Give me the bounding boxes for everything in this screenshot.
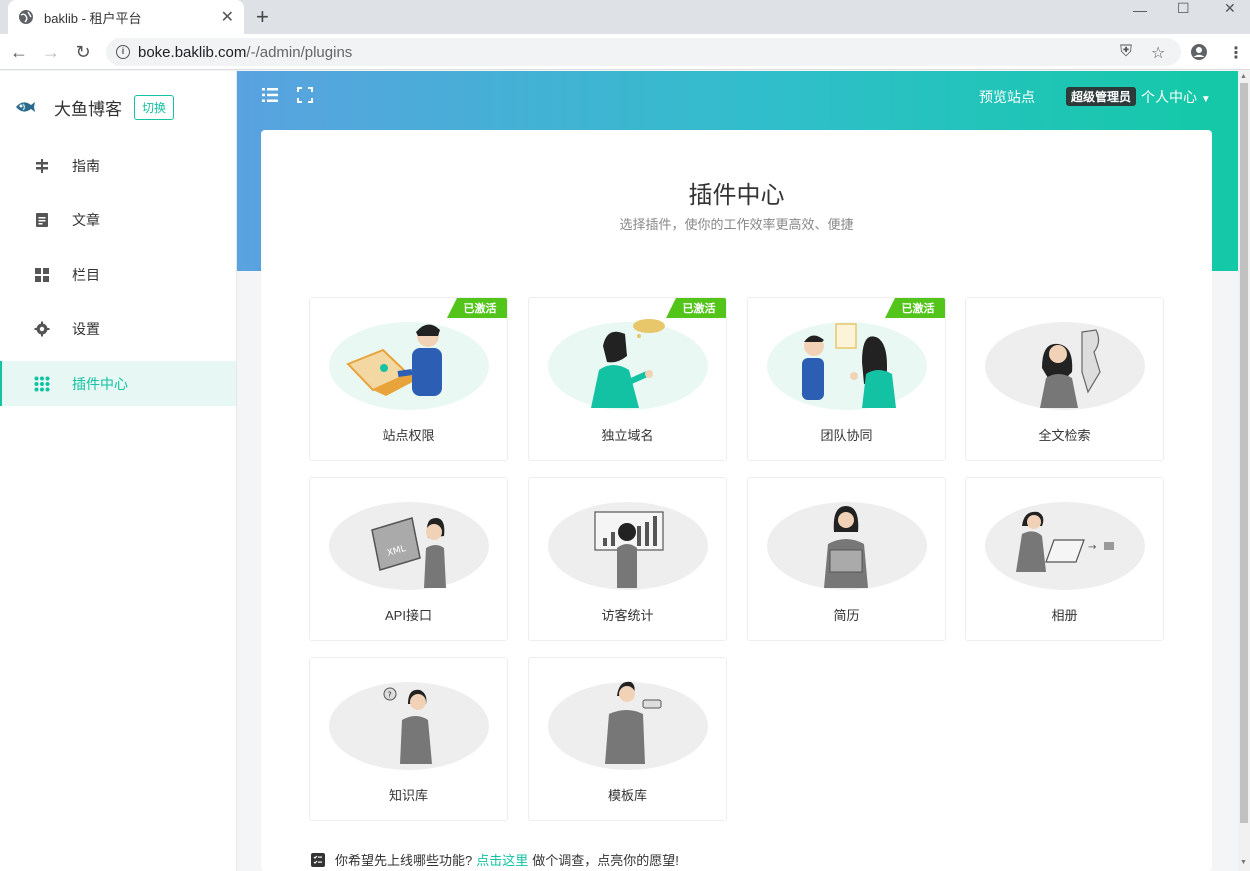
knowledge-base-illustration: ? <box>329 682 489 770</box>
caret-down-icon: ▼ <box>1200 94 1211 105</box>
sidebar-item-columns[interactable]: 栏目 <box>0 252 236 297</box>
template-library-illustration <box>548 681 708 770</box>
address-bar: ← → ↻ i boke.baklib.com/-/admin/plugins … <box>0 34 1250 70</box>
plugin-card-team-collab[interactable]: 已激活 团队协同 <box>747 297 946 461</box>
plugin-card-knowledge-base[interactable]: ? 知识库 <box>309 657 508 821</box>
shield-icon[interactable]: ⛨ <box>1120 43 1132 61</box>
role-badge: 超级管理员 <box>1066 87 1137 106</box>
sidebar-item-guide[interactable]: 指南 <box>0 143 236 188</box>
plugin-label: 全文检索 <box>1038 428 1091 443</box>
svg-text:?: ? <box>388 691 392 700</box>
browser-tabbar: baklib - 租户平台 ✕ + — ☐ ✕ <box>0 0 1250 34</box>
plugin-label: 团队协同 <box>820 428 873 443</box>
brand: 大鱼博客 切换 <box>0 71 236 143</box>
fish-logo-icon <box>16 102 35 112</box>
scroll-up-icon[interactable]: ▲ <box>1240 73 1247 80</box>
user-menu[interactable]: 个人中心 ▼ <box>1141 87 1211 107</box>
apps-icon <box>34 376 50 392</box>
survey-note: 你希望先上线哪些功能? 点击这里 做个调查，点亮你的愿望! <box>311 850 679 869</box>
scroll-down-icon[interactable]: ▼ <box>1240 859 1247 866</box>
globe-icon <box>19 10 33 24</box>
plugin-label: 独立域名 <box>601 428 654 443</box>
survey-prefix: 你希望先上线哪些功能? <box>335 853 473 868</box>
album-illustration: → <box>985 502 1145 590</box>
preview-site-link[interactable]: 预览站点 <box>979 87 1035 107</box>
gear-icon <box>34 321 50 337</box>
svg-text:→: → <box>1088 542 1096 553</box>
scrollbar-thumb[interactable] <box>1240 83 1248 823</box>
activated-badge: 已激活 <box>885 298 945 318</box>
switch-button[interactable]: 切换 <box>134 94 175 120</box>
plugin-label: 模板库 <box>607 788 647 803</box>
maximize-icon[interactable]: ☐ <box>1177 0 1190 16</box>
plugin-card-template-library[interactable]: 模板库 <box>528 657 727 821</box>
plugin-card-site-permission[interactable]: 已激活 站点权限 <box>309 297 508 461</box>
sidebar-item-plugins[interactable]: 插件中心 <box>0 361 236 406</box>
page-scrollbar[interactable]: ▲ ▼ <box>1238 71 1250 871</box>
plugin-card-visitor-stats[interactable]: 访客统计 <box>528 477 727 641</box>
plugin-label: 访客统计 <box>601 608 654 623</box>
activated-badge: 已激活 <box>666 298 726 318</box>
plugin-label: API接口 <box>385 608 432 623</box>
url-host: boke.baklib.com <box>138 43 247 61</box>
profile-icon[interactable] <box>1190 43 1208 61</box>
sidebar-item-label: 栏目 <box>72 266 100 283</box>
url-input[interactable]: i boke.baklib.com/-/admin/plugins <box>106 38 1181 66</box>
browser-tab[interactable]: baklib - 租户平台 ✕ <box>8 0 244 34</box>
browser-menu-icon[interactable]: ⋮ <box>1228 43 1244 63</box>
sidebar-item-label: 指南 <box>72 157 100 174</box>
site-info-icon[interactable]: i <box>116 45 130 59</box>
plugin-card-resume[interactable]: 简历 <box>747 477 946 641</box>
grid-icon <box>34 267 50 283</box>
api-illustration: XML <box>329 502 489 590</box>
brand-name: 大鱼博客 <box>54 99 122 119</box>
survey-link[interactable]: 点击这里 <box>476 850 528 869</box>
plugin-card-album[interactable]: → 相册 <box>965 477 1164 641</box>
sidebar-item-label: 文章 <box>72 212 100 228</box>
tab-close-icon[interactable]: ✕ <box>221 7 234 27</box>
activated-badge: 已激活 <box>447 298 507 318</box>
plugin-label: 站点权限 <box>382 428 435 443</box>
page-title: 插件中心 <box>688 182 785 209</box>
plugin-label: 简历 <box>833 608 860 623</box>
url-path: /-/admin/plugins <box>246 43 353 61</box>
fullscreen-icon[interactable] <box>297 87 313 103</box>
resume-illustration <box>767 502 927 590</box>
new-tab-icon[interactable]: + <box>256 4 269 30</box>
user-menu-label: 个人中心 <box>1141 89 1197 105</box>
back-icon[interactable]: ← <box>8 41 30 63</box>
tab-title: baklib - 租户平台 <box>44 10 142 26</box>
custom-domain-illustration <box>548 319 708 410</box>
article-icon <box>34 212 50 228</box>
team-collab-illustration <box>767 322 927 410</box>
site-permission-illustration <box>329 322 489 410</box>
visitor-stats-illustration <box>548 502 708 590</box>
page-subtitle: 选择插件，使你的工作效率更高效、便捷 <box>619 217 854 232</box>
menu-toggle-icon[interactable] <box>262 87 278 103</box>
sidebar: 大鱼博客 切换 指南 文章 栏目 设置 插件中心 <box>0 71 237 871</box>
signpost-icon <box>34 158 50 174</box>
plugin-label: 相册 <box>1051 608 1078 623</box>
sidebar-item-label: 设置 <box>72 321 100 337</box>
plugin-label: 知识库 <box>388 788 428 803</box>
plugin-card-custom-domain[interactable]: 已激活 独立域名 <box>528 297 727 461</box>
minimize-icon[interactable]: — <box>1133 2 1147 18</box>
checklist-icon <box>311 852 325 867</box>
window-close-icon[interactable]: ✕ <box>1224 0 1236 16</box>
plugin-card-api[interactable]: XML API接口 <box>309 477 508 641</box>
sidebar-item-articles[interactable]: 文章 <box>0 198 236 243</box>
star-icon[interactable]: ☆ <box>1151 43 1165 63</box>
sidebar-item-label: 插件中心 <box>72 375 128 392</box>
reload-icon[interactable]: ↻ <box>72 41 94 63</box>
survey-suffix: 做个调查，点亮你的愿望! <box>532 853 679 868</box>
plugin-card-fulltext-search[interactable]: 全文检索 <box>965 297 1164 461</box>
fulltext-search-illustration <box>985 322 1145 410</box>
sidebar-item-settings[interactable]: 设置 <box>0 307 236 352</box>
forward-icon[interactable]: → <box>40 41 62 63</box>
